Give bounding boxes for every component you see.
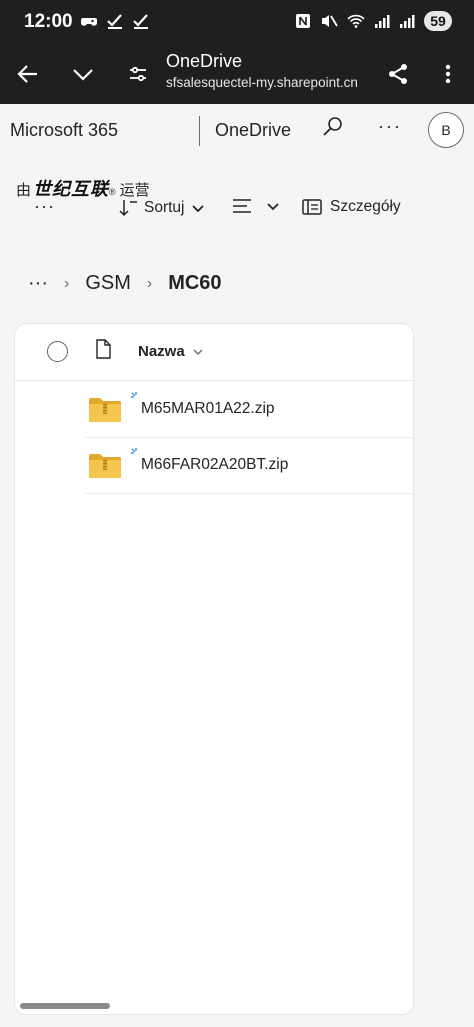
account-avatar[interactable]: B [428,112,464,148]
onedrive-page: Microsoft 365 OneDrive ··· B 由 世纪互联 ® 运营… [0,104,474,1027]
nfc-icon [296,14,310,28]
file-row[interactable]: M66FAR02A20BT.zip [85,437,413,494]
file-list-header: Nazwa [15,324,413,381]
mute-icon [322,15,338,27]
horizontal-scrollbar[interactable] [20,1003,110,1009]
zip-folder-icon [89,454,121,478]
wifi-icon [347,14,365,28]
breadcrumb-chevron-icon: › [146,274,153,292]
select-all-checkbox[interactable] [47,341,68,362]
signal-icon [400,15,415,28]
overflow-menu-button[interactable] [430,56,466,92]
name-column-label: Nazwa [138,343,185,360]
file-name[interactable]: M65MAR01A22.zip [141,400,275,418]
command-bar: ··· Sortuj Szczegóły [0,190,474,230]
new-item-sparkle-icon [131,392,137,398]
new-item-sparkle-icon [131,448,137,454]
details-label: Szczegóły [330,198,401,215]
onedrive-link[interactable]: OneDrive [215,120,291,141]
list-view-icon [233,199,251,213]
system-icons: 59 [295,11,452,31]
breadcrumb-more-button[interactable]: ··· [28,272,48,295]
page-url[interactable]: sfsalesquectel-my.sharepoint.cn [166,75,358,90]
signal-icon [375,15,390,28]
more-vertical-icon [445,64,451,84]
share-button[interactable] [380,56,416,92]
check-icon [107,14,122,29]
chevron-down-icon [191,205,204,213]
check-icon [133,14,148,29]
search-icon [323,117,342,136]
command-more-button[interactable]: ··· [34,196,55,217]
file-row[interactable]: M65MAR01A22.zip [85,381,413,438]
game-controller-icon [81,18,97,26]
details-panel-icon [302,199,322,215]
chevron-down-icon [73,69,93,81]
microsoft-365-link[interactable]: Microsoft 365 [10,120,118,141]
breadcrumb-item-current: MC60 [168,272,222,294]
view-options-button[interactable] [232,198,280,214]
site-settings-button[interactable] [120,56,156,92]
browser-app-bar: OneDrive sfsalesquectel-my.sharepoint.cn [0,44,474,104]
status-bar: 12:00 59 [0,0,474,44]
status-time: 12:00 [24,11,73,32]
page-title: OneDrive [166,51,243,71]
sort-label: Sortuj [144,199,185,216]
tune-icon [130,66,146,82]
search-button[interactable] [322,116,350,144]
m365-header: Microsoft 365 OneDrive ··· B [0,104,474,160]
sort-button[interactable]: Sortuj [118,198,205,218]
arrow-left-icon [17,65,37,83]
chevron-down-icon [193,349,203,355]
back-button[interactable] [10,56,46,92]
battery-level: 59 [424,11,452,31]
file-name[interactable]: M66FAR02A20BT.zip [141,456,288,474]
details-pane-button[interactable]: Szczegóły [302,198,401,216]
breadcrumb-item-gsm[interactable]: GSM [85,272,131,295]
zip-folder-icon [89,398,121,422]
collapse-button[interactable] [65,56,101,92]
breadcrumb: ··· › GSM › MC60 [28,272,222,295]
breadcrumb-chevron-icon: › [63,274,70,292]
share-icon [389,64,407,84]
header-more-button[interactable]: ··· [378,116,402,137]
sort-icon [119,200,137,217]
chevron-down-icon [267,203,279,211]
file-list: Nazwa M65MAR01A22.zip M66FAR02A20BT.zip [14,323,414,1015]
name-column-header[interactable]: Nazwa [138,343,203,360]
notification-icons [80,12,150,30]
file-type-icon [96,339,111,359]
header-divider [199,116,200,146]
